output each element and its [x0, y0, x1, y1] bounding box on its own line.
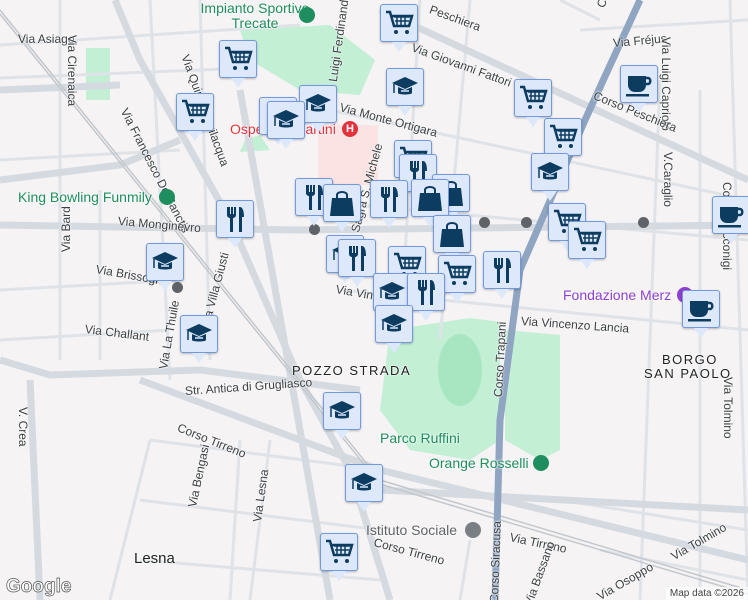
hospital-icon[interactable]: H: [342, 121, 358, 137]
school-marker[interactable]: [375, 305, 413, 353]
supermarket-marker[interactable]: [219, 40, 257, 88]
graduation-cap-icon: [377, 277, 407, 307]
park-pin-icon[interactable]: [299, 7, 315, 23]
supermarket-marker[interactable]: [176, 93, 214, 141]
street-label: Via Cirenaica: [65, 35, 79, 107]
cart-icon: [324, 537, 354, 567]
school-marker[interactable]: [345, 464, 383, 512]
restaurant-marker[interactable]: [407, 273, 445, 321]
cart-icon: [548, 122, 578, 152]
area-san-paolo: SAN PAOLO: [644, 366, 732, 381]
fork-knife-icon: [411, 277, 441, 307]
street-label: V.Caraglio: [661, 152, 675, 207]
supermarket-marker[interactable]: [514, 79, 552, 127]
supermarket-marker[interactable]: [568, 221, 606, 269]
school-pin-icon[interactable]: [465, 522, 481, 538]
fork-knife-icon: [374, 184, 404, 214]
shopping-bag-icon: [415, 183, 445, 213]
restaurant-marker[interactable]: [216, 200, 254, 248]
coffee-cup-icon: [624, 69, 654, 99]
tram-stop-icon[interactable]: [172, 282, 183, 293]
graduation-cap-icon: [150, 247, 180, 277]
place-orange-rosselli[interactable]: Orange Rosselli: [429, 455, 529, 471]
school-marker[interactable]: [267, 101, 305, 149]
tram-stop-icon[interactable]: [521, 217, 532, 228]
shopping-marker[interactable]: [433, 215, 471, 263]
place-pin-icon[interactable]: [533, 455, 549, 471]
coffee-cup-icon: [686, 294, 716, 324]
shopping-marker[interactable]: [411, 179, 449, 227]
map-attribution[interactable]: Map data ©2026: [665, 587, 748, 600]
cart-icon: [518, 83, 548, 113]
cafe-marker[interactable]: [620, 65, 658, 113]
graduation-cap-icon: [271, 105, 301, 135]
area-pozzo-strada: POZZO STRADA: [292, 363, 412, 378]
place-pin-icon[interactable]: [159, 189, 175, 205]
graduation-cap-icon: [303, 89, 333, 119]
cafe-marker[interactable]: [682, 290, 720, 338]
supermarket-marker[interactable]: [380, 4, 418, 52]
map-canvas[interactable]: Via Asiago Via Cirenaica Via Francesco D…: [0, 0, 748, 600]
street-label: V. Crea: [16, 407, 30, 447]
restaurant-marker[interactable]: [483, 251, 521, 299]
school-marker[interactable]: [323, 392, 361, 440]
graduation-cap-icon: [390, 72, 420, 102]
school-marker[interactable]: [180, 315, 218, 363]
shopping-bag-icon: [327, 188, 357, 218]
tram-stop-icon[interactable]: [479, 217, 490, 228]
area-borgo: BORGO: [662, 352, 718, 367]
shopping-bag-icon: [437, 219, 467, 249]
area-lesna: Lesna: [134, 550, 175, 567]
graduation-cap-icon: [327, 396, 357, 426]
shopping-marker[interactable]: [323, 184, 361, 232]
graduation-cap-icon: [379, 309, 409, 339]
restaurant-marker[interactable]: [370, 180, 408, 228]
graduation-cap-icon: [184, 319, 214, 349]
supermarket-marker[interactable]: [320, 533, 358, 581]
coffee-cup-icon: [716, 200, 746, 230]
cafe-marker[interactable]: [712, 196, 748, 244]
street-label: Via Tolmino: [721, 377, 735, 439]
cart-icon: [442, 259, 472, 289]
cart-icon: [180, 97, 210, 127]
street-label: Corso Siracusa: [487, 520, 504, 600]
restaurant-marker[interactable]: [338, 239, 376, 287]
school-marker[interactable]: [531, 153, 569, 201]
street-label: Via Bard: [59, 206, 73, 252]
school-marker[interactable]: [386, 68, 424, 116]
tram-stop-icon[interactable]: [638, 217, 649, 228]
graduation-cap-icon: [349, 468, 379, 498]
google-logo: Google: [6, 576, 72, 598]
cart-icon: [572, 225, 602, 255]
place-istituto-sociale[interactable]: Istituto Sociale: [366, 522, 457, 538]
place-parco-ruffini[interactable]: Parco Ruffini: [380, 430, 460, 446]
fork-knife-icon: [487, 255, 517, 285]
cart-icon: [384, 8, 414, 38]
place-fondazione-merz[interactable]: Fondazione Merz: [563, 287, 671, 303]
place-king-bowling[interactable]: King Bowling Funmily: [18, 189, 152, 205]
cart-icon: [223, 44, 253, 74]
school-marker[interactable]: [146, 243, 184, 291]
graduation-cap-icon: [535, 157, 565, 187]
supermarket-marker[interactable]: [544, 118, 582, 166]
fork-knife-icon: [342, 243, 372, 273]
fork-knife-icon: [220, 204, 250, 234]
